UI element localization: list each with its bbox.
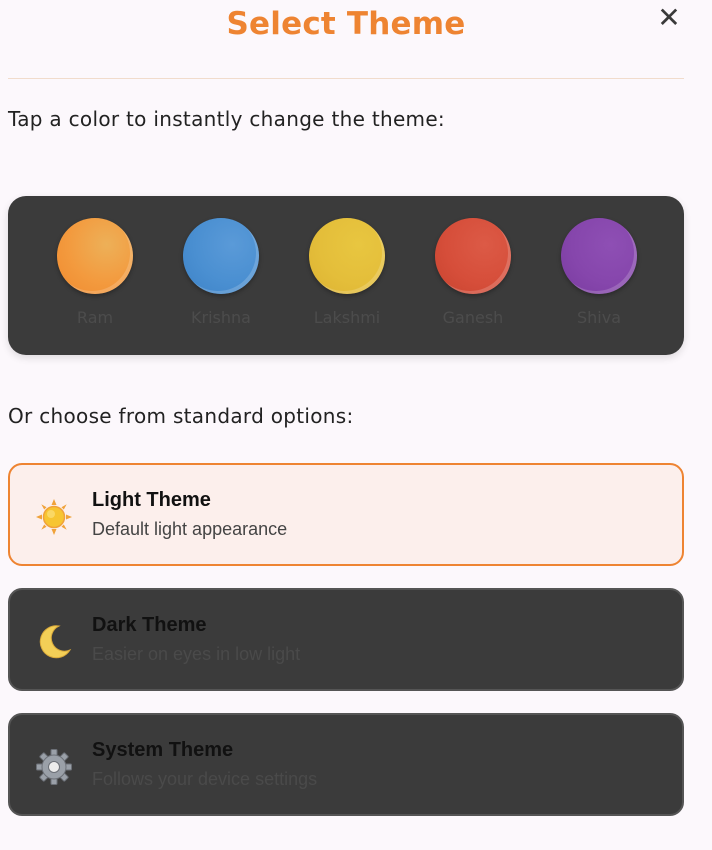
option-name: Light Theme [92, 489, 211, 511]
option-name: System Theme [92, 739, 234, 761]
crescent-moon-icon [34, 622, 74, 662]
swatch-circle [309, 218, 385, 294]
light-theme-option[interactable]: Light Theme Default light appearance [8, 463, 684, 566]
swatch-ganesh[interactable]: Ganesh [433, 218, 513, 327]
option-description: Default light appearance [92, 519, 288, 539]
gear-icon [34, 747, 74, 787]
swatch-label: Ram [76, 308, 114, 327]
header-divider [8, 78, 684, 79]
swatch-shiva[interactable]: Shiva [559, 218, 639, 327]
swatch-label: Krishna [191, 308, 251, 327]
option-description: Follows your device settings [92, 769, 318, 789]
swatch-circle [57, 218, 133, 294]
color-palette: Ram Krishna Lakshmi Ganesh Shiva [8, 196, 684, 355]
option-name: Dark Theme [92, 614, 207, 636]
intro-text: Tap a color to instantly change the them… [8, 107, 445, 131]
option-description: Easier on eyes in low light [92, 644, 301, 664]
swatch-label: Shiva [576, 308, 621, 327]
close-button[interactable]: ✕ [654, 0, 684, 34]
swatch-ram[interactable]: Ram [55, 218, 135, 327]
swatch-circle [435, 218, 511, 294]
sun-icon [34, 497, 74, 537]
dialog-header: Select Theme ✕ [0, 0, 712, 80]
swatch-circle [561, 218, 637, 294]
dark-theme-option[interactable]: Dark Theme Easier on eyes in low light [8, 588, 684, 691]
theme-selector-dialog: Select Theme ✕ Tap a color to instantly … [0, 0, 712, 850]
swatch-lakshmi[interactable]: Lakshmi [307, 218, 387, 327]
swatch-circle [183, 218, 259, 294]
swatch-label: Ganesh [442, 308, 504, 327]
page-title: Select Theme [226, 6, 466, 42]
close-icon: ✕ [657, 0, 681, 34]
swatch-krishna[interactable]: Krishna [181, 218, 261, 327]
swatch-label: Lakshmi [313, 308, 381, 327]
system-theme-option[interactable]: System Theme Follows your device setting… [8, 713, 684, 816]
options-heading: Or choose from standard options: [8, 404, 354, 428]
